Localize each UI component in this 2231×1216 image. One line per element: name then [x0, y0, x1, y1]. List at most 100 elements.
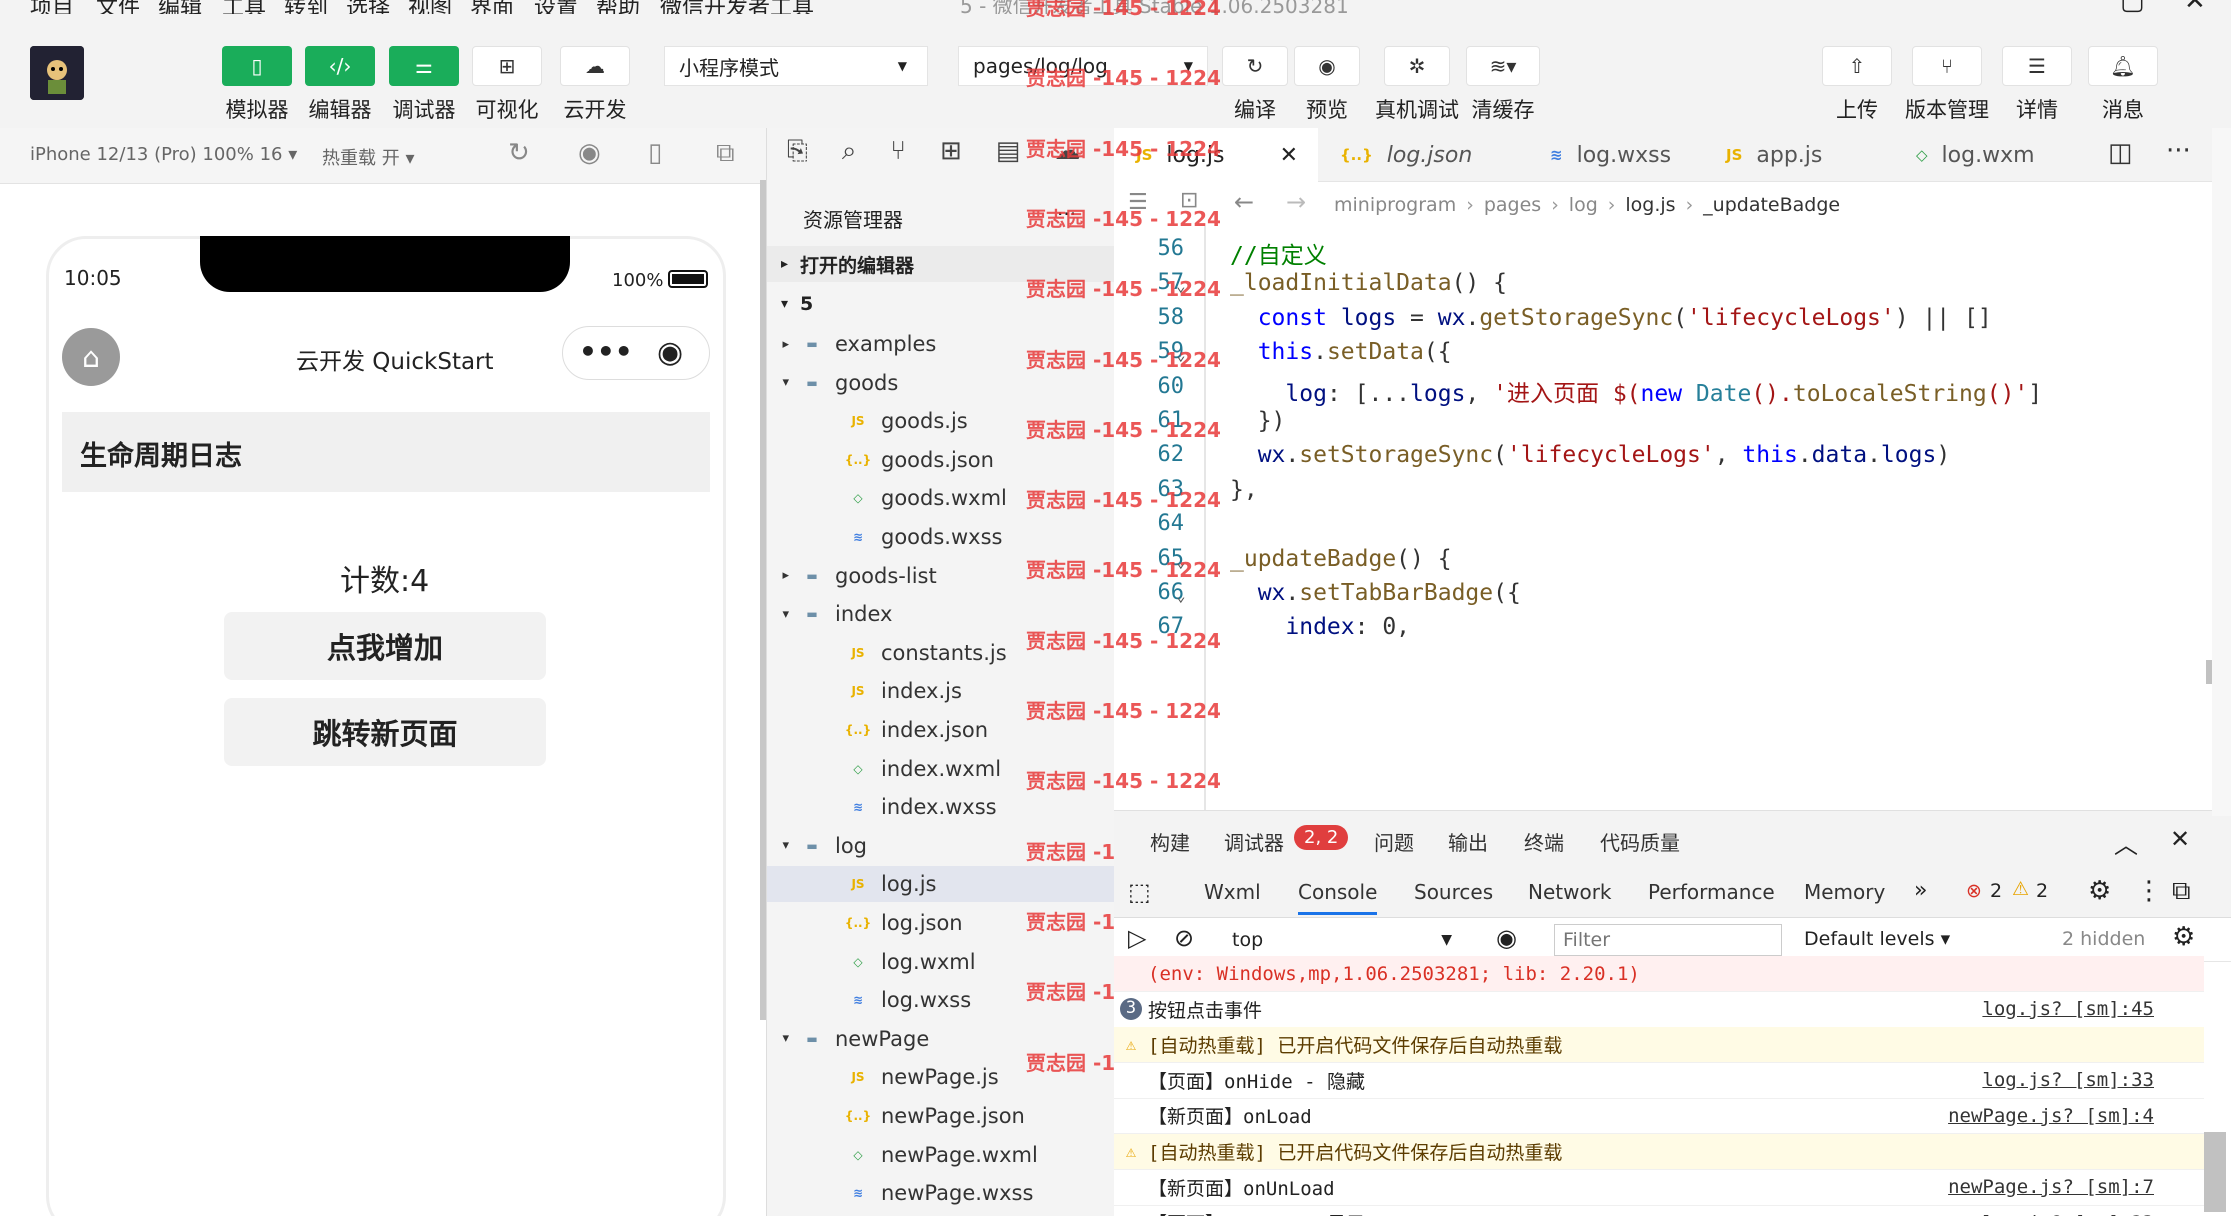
tree-item[interactable]: ≋ goods.wxss — [767, 519, 1115, 555]
devtools-tab-console[interactable]: Console — [1298, 880, 1378, 915]
debugger-tab[interactable]: 调试器 — [1224, 827, 1284, 856]
breadcrumb-item[interactable]: _updateBadge — [1703, 194, 1840, 216]
visual-button[interactable]: ⊞ — [472, 46, 542, 86]
context-select[interactable]: top ▼ — [1222, 924, 1462, 956]
source-link[interactable]: log.js? [sm]:33 — [1982, 1069, 2154, 1091]
breadcrumb-item[interactable]: pages — [1484, 194, 1541, 216]
more-dots-icon[interactable]: ••• — [579, 335, 633, 368]
add-button[interactable]: 点我增加 — [224, 612, 546, 680]
filter-input[interactable] — [1554, 924, 1782, 956]
tab-log-wxm[interactable]: ◇ log.wxm — [1894, 128, 2094, 182]
collapse-icon[interactable]: ︿ — [2114, 825, 2138, 860]
inspect-icon[interactable]: ⬚ — [1128, 878, 1151, 906]
devtools-tab-wxml[interactable]: Wxml — [1204, 880, 1261, 904]
tree-item-label: log.wxss — [881, 988, 972, 1013]
console-settings-icon[interactable]: ⚙ — [2172, 922, 2195, 952]
watermark-text: 贾志园 -145 - 1224 — [1026, 277, 1221, 302]
more-actions-icon[interactable]: ··· — [2166, 136, 2191, 166]
source-link[interactable]: log.js? [sm]:23 — [1982, 1212, 2154, 1216]
version-button[interactable]: ⑂ — [1912, 46, 1982, 86]
wxss-file-icon: ≋ — [852, 993, 864, 1008]
devtools-tab-sources[interactable]: Sources — [1414, 880, 1493, 904]
editor-button[interactable]: ‹/› — [305, 46, 375, 86]
live-expression-eye-icon[interactable]: ◉ — [1496, 924, 1517, 952]
source-link[interactable]: log.js? [sm]:45 — [1982, 998, 2154, 1020]
debugger-tab[interactable]: 代码质量 — [1600, 827, 1680, 856]
tree-item[interactable]: ◇ newPage.wxml — [767, 1137, 1115, 1173]
mode-select[interactable]: 小程序模式 ▼ — [664, 46, 928, 86]
debugger-button[interactable]: ⚌ — [389, 46, 459, 86]
clear-console-icon[interactable]: ⊘ — [1174, 924, 1194, 952]
log-levels-select[interactable]: Default levels ▾ — [1804, 928, 1950, 950]
back-icon[interactable]: ← — [1234, 188, 1254, 216]
debugger-tab[interactable]: 终端 — [1524, 827, 1564, 856]
devtools-tab-memory[interactable]: Memory — [1804, 880, 1885, 904]
hot-reload-toggle[interactable]: 热重载 开 ▾ — [322, 144, 414, 170]
warning-count[interactable]: 2 — [2036, 880, 2048, 902]
tree-item[interactable]: ≋ newPage.wxss — [767, 1175, 1115, 1211]
tab-app-js[interactable]: JS app.js — [1704, 128, 1894, 182]
clear-cache-button[interactable]: ≋▾ — [1466, 46, 1540, 86]
device-select[interactable]: iPhone 12/13 (Pro) 100% 16 ▾ — [30, 144, 297, 165]
simulator-button[interactable]: ▯ — [222, 46, 292, 86]
breadcrumb: ☰ ⊡ ← → miniprogram › pages › log › log.js › _up… — [1114, 182, 2231, 226]
sidebar-toggle-icon[interactable]: ▷ — [1128, 924, 1146, 952]
debugger-tab[interactable]: 构建 — [1150, 827, 1190, 856]
console-message: [自动热重载] 已开启代码文件保存后自动热重载 — [1148, 1035, 1563, 1058]
close-panel-icon[interactable]: ✕ — [2170, 825, 2190, 853]
settings-gear-icon[interactable]: ⚙ — [2088, 876, 2111, 906]
forward-icon[interactable]: → — [1286, 188, 1306, 216]
tree-item[interactable]: ≋ index.wxss — [767, 789, 1115, 825]
tree-item[interactable]: ◇ log.wxml — [767, 944, 1115, 980]
tree-item[interactable]: JS log.js — [767, 866, 1115, 903]
close-tab-icon[interactable]: ✕ — [1280, 143, 1298, 168]
files-icon[interactable]: ⎘ — [787, 136, 808, 167]
branch-icon: ⑂ — [1941, 54, 1953, 78]
breadcrumb-item[interactable]: log.js — [1625, 194, 1675, 216]
split-editor-icon[interactable]: ◫ — [2108, 138, 2133, 168]
storage-icon[interactable]: ▤ — [996, 136, 1021, 167]
debugger-tab[interactable]: 输出 — [1448, 827, 1488, 856]
jump-button[interactable]: 跳转新页面 — [224, 698, 546, 766]
debugger-tab[interactable]: 问题 — [1374, 827, 1414, 856]
popout-icon[interactable]: ⧉ — [716, 138, 735, 169]
home-icon[interactable]: ⌂ — [62, 328, 120, 386]
chevron-down-icon: ▾ — [782, 838, 789, 854]
preview-button[interactable]: ◉ — [1294, 46, 1360, 86]
close-target-icon[interactable]: ◉ — [657, 335, 683, 370]
tab-log-wxss[interactable]: ≋ log.wxss — [1528, 128, 1704, 182]
console-scrollbar[interactable] — [2204, 1132, 2226, 1212]
source-link[interactable]: newPage.js? [sm]:4 — [1948, 1105, 2154, 1127]
tab-log-json[interactable]: {..} log.json — [1318, 128, 1528, 182]
details-button[interactable]: ☰ — [2002, 46, 2072, 86]
real-debug-button[interactable]: ✲ — [1384, 46, 1450, 86]
fold-chevron-icon[interactable]: ⌄ — [1176, 586, 1186, 605]
code-editor[interactable]: 56//自定义 57 _loadInitialData() {⌄ 58 const l… — [1114, 226, 2231, 810]
breadcrumb-item[interactable]: log — [1569, 194, 1598, 216]
devtools-window: 项目 文件 编辑 工具 转到 选择 视图 界面 设置 帮助 微信开发者工具 5 … — [0, 0, 2231, 1216]
record-icon[interactable]: ◉ — [578, 138, 601, 168]
phone-icon[interactable]: ▯ — [648, 138, 662, 168]
source-link[interactable]: newPage.js? [sm]:7 — [1948, 1176, 2154, 1198]
avatar[interactable] — [30, 46, 84, 100]
extensions-icon[interactable]: ⊞ — [940, 136, 962, 167]
search-icon[interactable]: ⌕ — [842, 136, 857, 167]
tree-item-label: newPage.wxml — [881, 1142, 1038, 1167]
compile-button[interactable]: ↻ — [1222, 46, 1288, 86]
cloud-button[interactable]: ☁ — [560, 46, 630, 86]
dock-icon[interactable]: ⧉ — [2172, 876, 2191, 907]
source-control-icon[interactable]: ⑂ — [890, 136, 906, 167]
tree-item-label: index.js — [881, 679, 962, 704]
rotate-icon[interactable]: ↻ — [508, 138, 530, 168]
devtools-tab-performance[interactable]: Performance — [1648, 880, 1775, 904]
folder-file-icon: ▬ — [806, 568, 818, 583]
kebab-menu-icon[interactable]: ⋮ — [2136, 876, 2162, 906]
upload-button[interactable]: ⇧ — [1822, 46, 1892, 86]
tree-item[interactable]: {..} newPage.json — [767, 1098, 1115, 1134]
messages-button[interactable]: 🔔︎ — [2088, 46, 2158, 86]
devtools-tab-network[interactable]: Network — [1528, 880, 1612, 904]
error-count[interactable]: 2 — [1990, 880, 2002, 902]
more-tabs-icon[interactable]: » — [1914, 878, 1927, 903]
tree-item[interactable]: {..} goods.json — [767, 442, 1115, 478]
breadcrumb-item[interactable]: miniprogram — [1334, 194, 1456, 216]
